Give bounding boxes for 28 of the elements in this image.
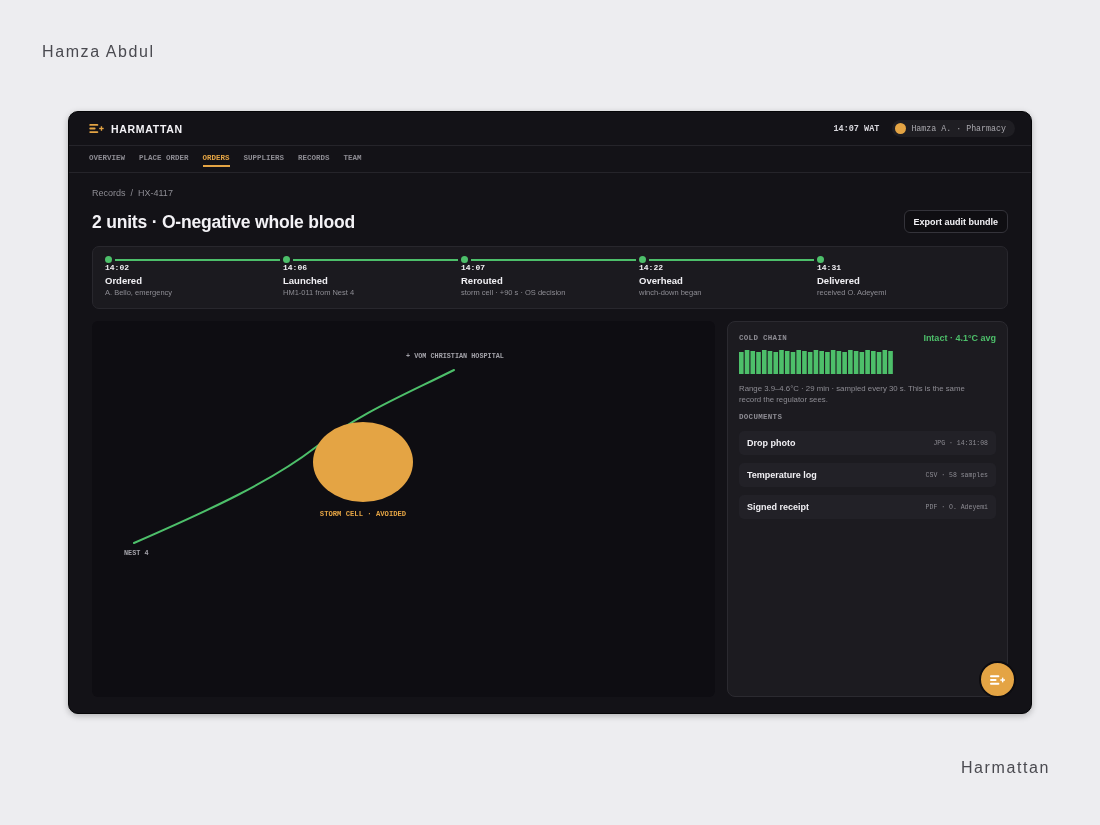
breadcrumb-separator: / [130, 187, 134, 199]
project-name: Harmattan [960, 758, 1050, 778]
logo-icon [89, 124, 104, 133]
breadcrumb-current: HX-4117 [138, 187, 173, 199]
breadcrumb-link[interactable]: Records [92, 187, 126, 199]
step-label: Launched [283, 275, 329, 287]
brand-name: HARMATTAN [111, 122, 183, 135]
document-name: Signed receipt [747, 502, 809, 512]
status-text: Intact · 4.1°C avg [923, 333, 996, 343]
document-name: Temperature log [747, 470, 817, 480]
step-label: Delivered [817, 275, 861, 287]
user-menu[interactable]: Hamza A. · Pharmacy [892, 120, 1015, 137]
page-title: 2 units · O-negative whole blood [92, 210, 355, 233]
step-time: 14:06 [283, 263, 308, 273]
lines-plus-icon [990, 674, 1005, 685]
step-time: 14:22 [639, 263, 664, 273]
step-time: 14:07 [461, 263, 486, 273]
action-button[interactable] [979, 661, 1016, 698]
export-button[interactable]: Export audit bundle [903, 210, 1008, 233]
step-label: Overhead [639, 275, 684, 287]
author-name: Hamza Abdul [42, 42, 155, 62]
avatar-icon [895, 123, 907, 134]
step-label: Ordered [105, 275, 143, 287]
document-name: Drop photo [747, 438, 796, 448]
clock-text: 14:07 WAT [833, 123, 880, 134]
step-label: Rerouted [461, 275, 504, 287]
step-time: 14:31 [817, 263, 842, 273]
step-time: 14:02 [105, 263, 130, 273]
